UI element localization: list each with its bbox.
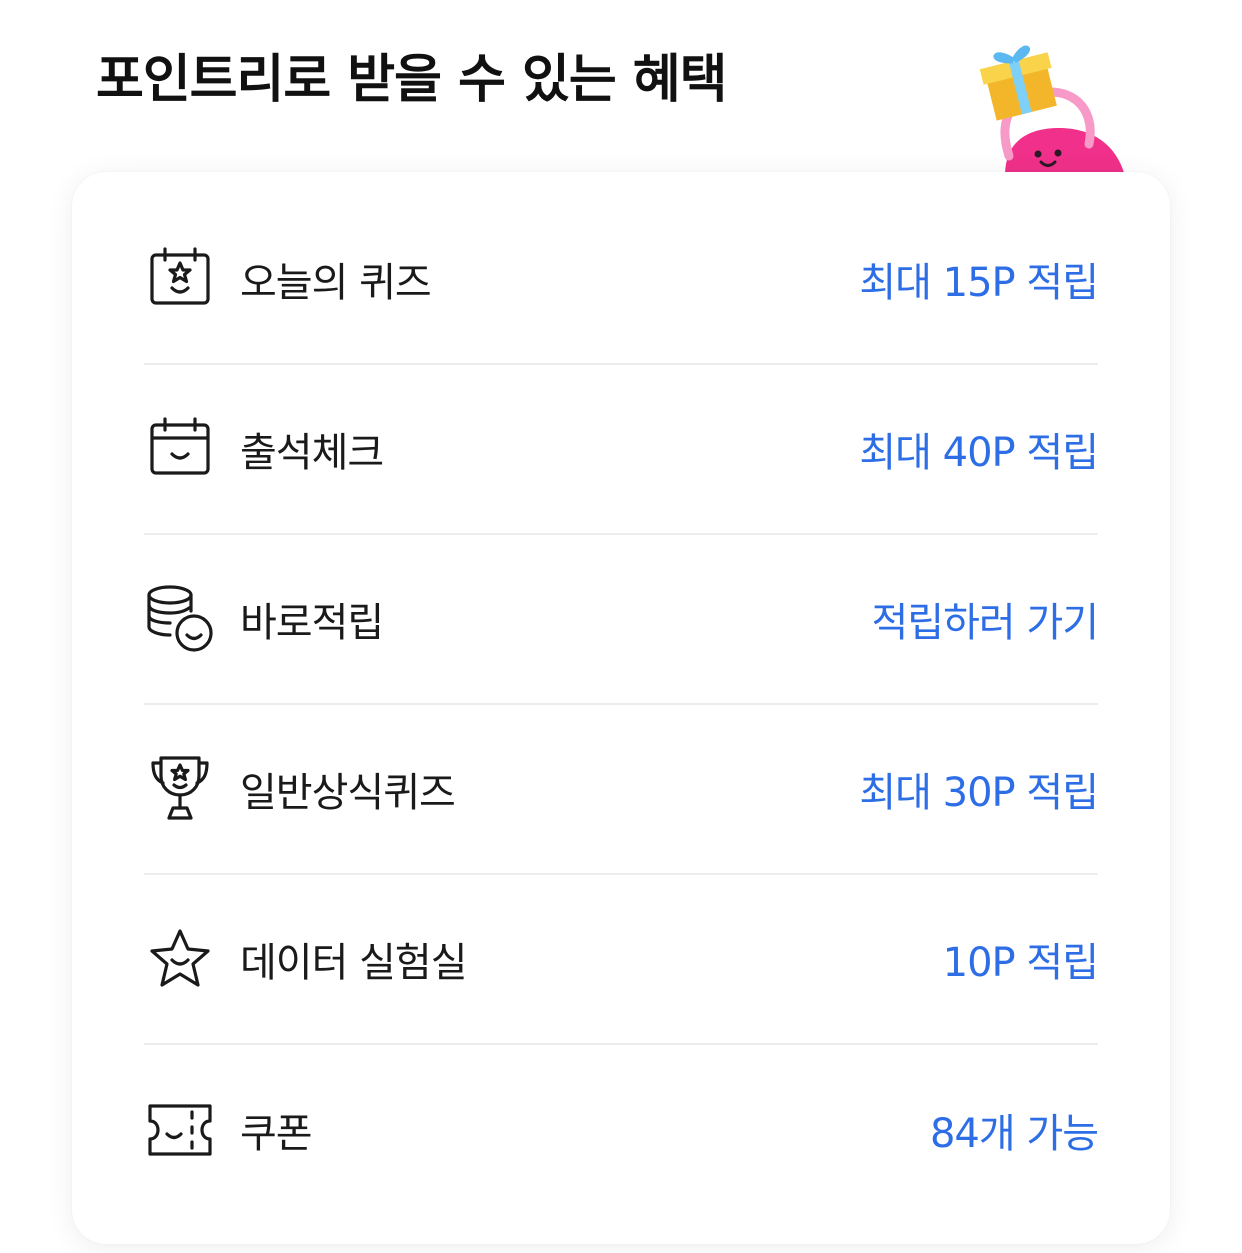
benefit-value: 최대 40P 적립: [859, 430, 1099, 476]
benefit-row-instant-point[interactable]: 바로적립 적립하러 가기: [144, 535, 1099, 705]
benefit-row-coupon[interactable]: 쿠폰 84개 가능: [144, 1045, 1099, 1215]
benefit-label: 일반상식퀴즈: [240, 770, 456, 816]
benefit-value: 최대 30P 적립: [859, 770, 1099, 816]
benefit-label: 바로적립: [240, 600, 384, 646]
benefits-page: 포인트리로 받을 수 있는 혜택 오늘의 퀴즈 최대 15P 적립 출석체크 최…: [0, 0, 1242, 1253]
gift-mascot-icon: [979, 45, 1125, 176]
benefit-row-today-quiz[interactable]: 오늘의 퀴즈 최대 15P 적립: [144, 195, 1099, 365]
benefit-row-attendance[interactable]: 출석체크 최대 40P 적립: [144, 365, 1099, 535]
star-icon: [144, 923, 216, 995]
benefit-label: 출석체크: [240, 430, 384, 476]
benefit-row-general-quiz[interactable]: 일반상식퀴즈 최대 30P 적립: [144, 705, 1099, 875]
page-title: 포인트리로 받을 수 있는 혜택: [96, 50, 727, 110]
benefit-value: 10P 적립: [942, 940, 1099, 986]
ticket-icon: [144, 1094, 216, 1166]
benefit-label: 쿠폰: [240, 1111, 313, 1157]
benefit-label: 데이터 실험실: [240, 940, 468, 986]
coins-icon: [144, 583, 216, 655]
benefits-list: 오늘의 퀴즈 최대 15P 적립 출석체크 최대 40P 적립 바로적립 적립하…: [144, 195, 1099, 1215]
benefit-row-data-lab[interactable]: 데이터 실험실 10P 적립: [144, 875, 1099, 1045]
trophy-icon: [144, 753, 216, 825]
benefit-value: 적립하러 가기: [871, 600, 1099, 646]
benefit-label: 오늘의 퀴즈: [240, 260, 432, 306]
benefit-value: 최대 15P 적립: [859, 260, 1099, 306]
calendar-icon: [144, 413, 216, 485]
benefit-value: 84개 가능: [929, 1111, 1099, 1157]
quiz-calendar-icon: [144, 243, 216, 315]
benefits-card: 오늘의 퀴즈 최대 15P 적립 출석체크 최대 40P 적립 바로적립 적립하…: [72, 172, 1170, 1244]
